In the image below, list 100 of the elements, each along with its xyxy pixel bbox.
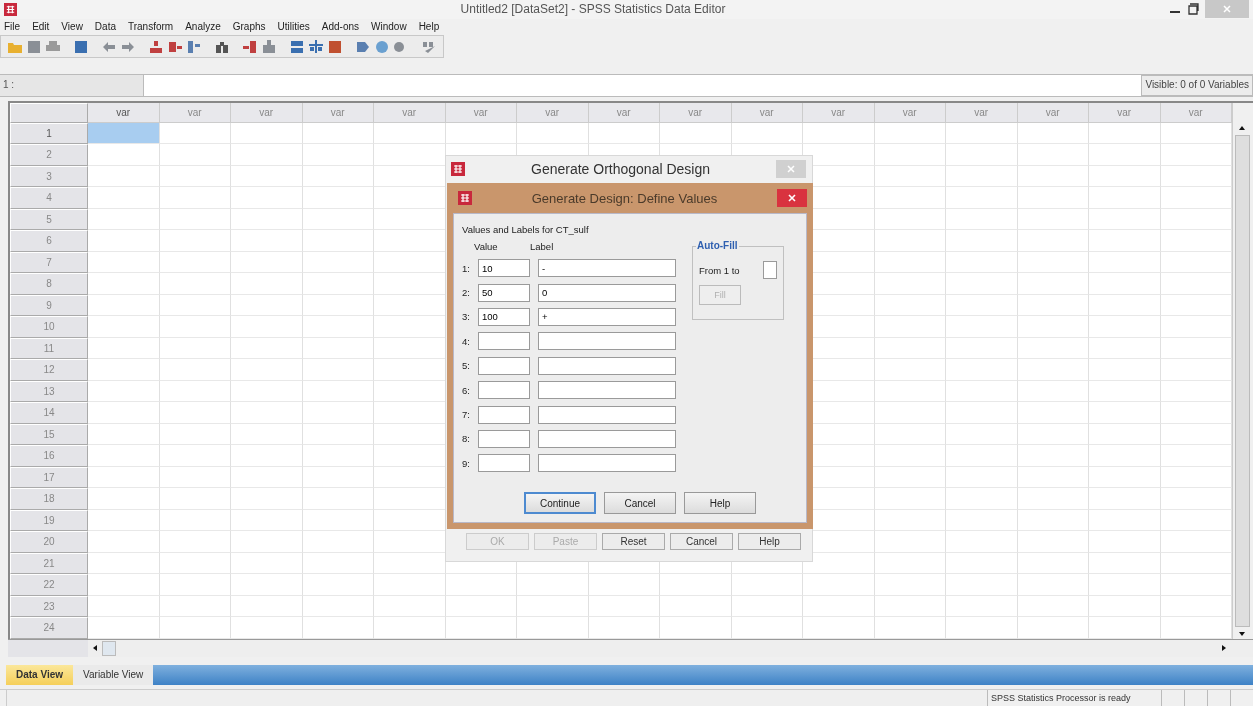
- label-field[interactable]: 0: [538, 283, 676, 302]
- row-header[interactable]: 7: [10, 251, 88, 274]
- table-cell[interactable]: [946, 359, 1018, 381]
- table-cell[interactable]: [302, 187, 374, 209]
- table-icon[interactable]: [327, 38, 343, 55]
- table-cell[interactable]: [445, 595, 517, 618]
- table-cell[interactable]: [374, 595, 446, 618]
- table-cell[interactable]: [946, 402, 1018, 424]
- table-cell[interactable]: [1017, 509, 1089, 532]
- value-field[interactable]: [478, 405, 530, 424]
- table-cell[interactable]: [88, 316, 160, 338]
- table-cell[interactable]: [302, 380, 374, 403]
- table-cell[interactable]: [159, 617, 231, 639]
- table-cell[interactable]: [88, 509, 160, 532]
- table-corner[interactable]: [10, 102, 88, 123]
- table-cell[interactable]: [231, 187, 303, 209]
- view-tab[interactable]: Data View: [6, 665, 74, 685]
- table-cell[interactable]: [445, 617, 517, 639]
- table-cell[interactable]: [1089, 402, 1161, 424]
- table-cell[interactable]: [946, 230, 1018, 252]
- menu-item[interactable]: Help: [418, 21, 440, 33]
- table-cell[interactable]: [1089, 187, 1161, 209]
- table-cell[interactable]: [1089, 251, 1161, 274]
- table-cell[interactable]: [88, 359, 160, 381]
- row-header[interactable]: 3: [10, 165, 88, 188]
- table-cell[interactable]: [874, 423, 946, 446]
- table-cell[interactable]: [588, 617, 660, 639]
- label-field[interactable]: [538, 332, 676, 351]
- table-cell[interactable]: [946, 466, 1018, 489]
- table-cell[interactable]: [231, 445, 303, 467]
- table-cell[interactable]: [231, 144, 303, 166]
- table-cell[interactable]: [1017, 316, 1089, 338]
- row-header[interactable]: 22: [10, 574, 88, 596]
- table-cell[interactable]: [874, 273, 946, 295]
- table-cell[interactable]: [946, 122, 1018, 145]
- table-cell[interactable]: [88, 208, 160, 231]
- table-cell[interactable]: [946, 509, 1018, 532]
- value-field[interactable]: 10: [478, 259, 530, 278]
- table-cell[interactable]: [946, 380, 1018, 403]
- table-cell[interactable]: [588, 122, 660, 145]
- column-header[interactable]: var: [660, 102, 732, 123]
- value-field[interactable]: 100: [478, 307, 530, 326]
- row-header[interactable]: 13: [10, 380, 88, 403]
- table-cell[interactable]: [231, 531, 303, 553]
- table-cell[interactable]: [231, 337, 303, 360]
- table-cell[interactable]: [1089, 617, 1161, 639]
- table-cell[interactable]: [302, 402, 374, 424]
- table-cell[interactable]: [946, 144, 1018, 166]
- table-cell[interactable]: [874, 531, 946, 553]
- column-header[interactable]: var: [231, 102, 303, 123]
- table-cell[interactable]: [1089, 359, 1161, 381]
- table-cell[interactable]: [88, 617, 160, 639]
- column-header[interactable]: var: [731, 102, 803, 123]
- table-cell[interactable]: [1017, 402, 1089, 424]
- menu-item[interactable]: Analyze: [185, 21, 221, 33]
- label-field[interactable]: [538, 454, 676, 473]
- table-cell[interactable]: [88, 595, 160, 618]
- table-cell[interactable]: [159, 466, 231, 489]
- column-header[interactable]: var: [88, 102, 160, 123]
- dialog-button[interactable]: Reset: [602, 533, 665, 550]
- menu-item[interactable]: Window: [371, 21, 407, 33]
- row-header[interactable]: 9: [10, 294, 88, 317]
- table-cell[interactable]: [874, 445, 946, 467]
- table-cell[interactable]: [874, 316, 946, 338]
- table-cell[interactable]: [946, 552, 1018, 575]
- value-field[interactable]: [478, 381, 530, 400]
- table-cell[interactable]: [874, 187, 946, 209]
- table-cell[interactable]: [803, 574, 875, 596]
- row-header[interactable]: 4: [10, 187, 88, 209]
- table-cell[interactable]: [1017, 488, 1089, 510]
- menu-item[interactable]: Add-ons: [321, 21, 360, 33]
- table-cell[interactable]: [302, 165, 374, 188]
- table-cell[interactable]: [231, 273, 303, 295]
- table-cell[interactable]: [302, 423, 374, 446]
- table-cell[interactable]: [159, 509, 231, 532]
- table-cell[interactable]: [231, 574, 303, 596]
- label-field[interactable]: [538, 405, 676, 424]
- table-cell[interactable]: [88, 273, 160, 295]
- table-cell[interactable]: [159, 165, 231, 188]
- table-cell[interactable]: [302, 144, 374, 166]
- table-cell[interactable]: [874, 488, 946, 510]
- table-cell[interactable]: [302, 251, 374, 274]
- table-cell[interactable]: [231, 359, 303, 381]
- table-cell[interactable]: [874, 359, 946, 381]
- table-cell[interactable]: [874, 595, 946, 618]
- column-header[interactable]: var: [517, 102, 589, 123]
- table-cell[interactable]: [374, 617, 446, 639]
- table-cell[interactable]: [731, 122, 803, 145]
- table-cell[interactable]: [231, 595, 303, 618]
- table-cell[interactable]: [874, 574, 946, 596]
- row-header[interactable]: 16: [10, 445, 88, 467]
- table-cell[interactable]: [302, 230, 374, 252]
- selected-cell[interactable]: [88, 122, 160, 145]
- table-cell[interactable]: [874, 402, 946, 424]
- table-cell[interactable]: [1089, 595, 1161, 618]
- table-cell[interactable]: [231, 165, 303, 188]
- table-cell[interactable]: [1089, 380, 1161, 403]
- table-cell[interactable]: [88, 445, 160, 467]
- table-cell[interactable]: [803, 122, 875, 145]
- value-field[interactable]: [478, 332, 530, 351]
